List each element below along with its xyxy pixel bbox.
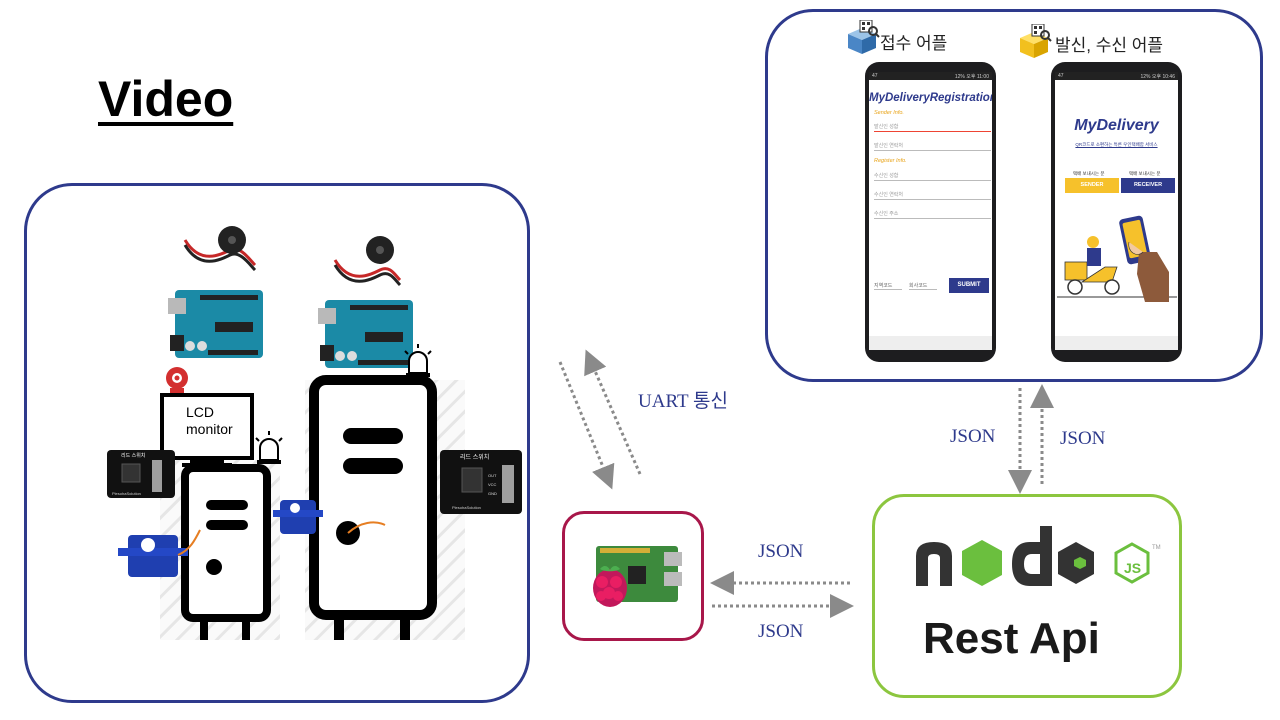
phone-delivery: 47 12% 오후 10:46 MyDelivery QR코드로 소편하는 특른…: [1051, 62, 1182, 362]
sender-button[interactable]: SENDER: [1065, 178, 1119, 193]
nav-bar: [1055, 336, 1178, 350]
phone-registration: 47 12% 오후 11:00 MyDeliveryRegistration S…: [865, 62, 996, 362]
area-code-field[interactable]: 지역코드: [874, 282, 902, 290]
status-right: 12% 오후 10:46: [1140, 74, 1176, 80]
receiver-phone-field[interactable]: 수신인 연락처: [874, 191, 991, 200]
status-left: 47: [872, 73, 878, 79]
receiver-name-field[interactable]: 수신인 성함: [874, 172, 991, 181]
registration-title: MyDeliveryRegistration: [869, 92, 992, 104]
delivery-screen: 47 12% 오후 10:46 MyDelivery QR코드로 소편하는 특른…: [1055, 72, 1178, 350]
delivery-subtitle: QR코드로 소편하는 특른 우인택배함 서비스: [1075, 142, 1158, 147]
package-qr-icon: [848, 20, 880, 54]
sender-name-field[interactable]: 발신인 성함: [874, 123, 991, 132]
sender-section-label: Sender Info.: [874, 110, 904, 116]
uart-label: UART 통신: [638, 391, 728, 412]
registration-screen: 47 12% 오후 11:00 MyDeliveryRegistration S…: [869, 72, 992, 350]
nav-bar: [869, 336, 992, 350]
status-bar: 47 12% 오후 10:46: [1055, 72, 1178, 80]
delivery-title: MyDelivery: [1074, 117, 1159, 134]
package-qr-icon: [1020, 24, 1052, 58]
json-label-pi-top: JSON: [758, 541, 804, 562]
status-bar: 47 12% 오후 11:00: [869, 72, 992, 80]
status-right: 12% 오후 11:00: [954, 74, 989, 80]
json-label-app-up: JSON: [1060, 428, 1106, 449]
status-left: 47: [1058, 73, 1064, 79]
app-panel: [765, 9, 1263, 382]
submit-button[interactable]: SUBMIT: [949, 278, 989, 293]
trademark: TM: [1152, 545, 1161, 551]
company-code-field[interactable]: 회사코드: [909, 282, 937, 290]
sendrecv-app-label: 발신, 수신 어플: [1055, 36, 1164, 55]
receive-caption: 택배 보내시는 분: [1129, 171, 1161, 176]
receiver-button[interactable]: RECEIVER: [1121, 178, 1175, 193]
send-caption: 택배 보내시는 분: [1073, 171, 1105, 176]
raspberry-pi-icon: [593, 546, 682, 607]
rest-api-label: Rest Api: [923, 614, 1100, 663]
register-section-label: Register Info.: [874, 158, 907, 164]
receiver-address-field[interactable]: 수신인 주소: [874, 210, 991, 219]
reception-app-label: 접수 어플: [880, 34, 948, 53]
delivery-rider-illustration: [1057, 215, 1177, 302]
json-label-pi-bottom: JSON: [758, 621, 804, 642]
js-badge: JS: [1124, 560, 1142, 576]
json-label-app-down: JSON: [950, 426, 996, 447]
sender-phone-field[interactable]: 발신인 연락처: [874, 142, 991, 151]
